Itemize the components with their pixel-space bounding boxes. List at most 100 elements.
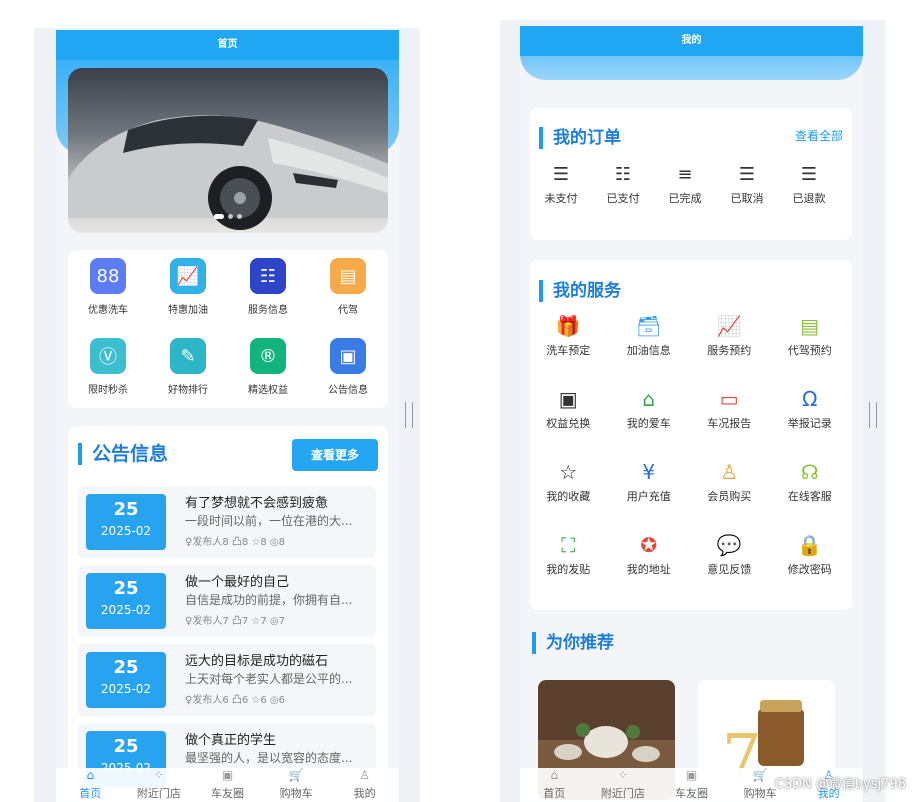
feature-grid: 88 优惠洗车 📈 特惠加油 ☷ 服务信息 ▤ 代驾 Ⓥ 限时秒杀 ✎ 好物排行 ® 精选权益 ▣ 公告信息 (68, 250, 388, 410)
view-all-link[interactable]: 查看全部 (795, 127, 843, 144)
cart-icon: 🛒 (752, 768, 768, 782)
service-item[interactable]: ⛶ 我的发贴 (528, 532, 609, 605)
service-item[interactable]: 🔒 修改密码 (770, 532, 851, 605)
notice-section-title: 公告信息 (78, 443, 168, 465)
service-item[interactable]: 📈 服务预约 (689, 313, 770, 386)
service-item[interactable]: ¥ 用户充值 (609, 459, 690, 532)
stack-icon: ☰ (800, 164, 818, 185)
shop-icon: ⌂ (642, 387, 656, 411)
badge-icon: ✪ (640, 533, 658, 557)
tab-moments[interactable]: ▣ 车友圈 (657, 768, 726, 802)
wallet-icon: ▭ (719, 387, 739, 411)
tab-store[interactable]: ⁘ 附近门店 (125, 768, 194, 802)
tab-home[interactable]: ⌂ 首页 (56, 768, 125, 802)
id-card-icon: ▣ (330, 338, 366, 374)
user-icon: ♙ (359, 768, 371, 782)
grid-list-icon: ☷ (614, 164, 632, 185)
service-item[interactable]: 🗃 加油信息 (609, 313, 690, 386)
message-icon: 💬 (716, 533, 742, 557)
service-item[interactable]: ☆ 我的收藏 (528, 459, 609, 532)
notice-item[interactable]: 25 2025-02 远大的目标是成功的磁石 上天对每个老实人都是公平的... ♀发布人… (78, 644, 376, 716)
notice-meta: ♀发布人7 凸7 ☆7 ◎7 (185, 616, 285, 627)
order-status-1[interactable]: ☷ 已支付 (592, 164, 654, 206)
service-item[interactable]: ☊ 在线客服 (770, 459, 851, 532)
notice-desc: 自信是成功的前提，你拥有自... (185, 593, 353, 607)
gift-icon: 🎁 (555, 314, 581, 338)
service-label: 权益兑换 (546, 417, 591, 430)
service-label: 车况报告 (707, 417, 752, 430)
mine-screen: 我的 我的订单 查看全部 ☰ 未支付 ☷ 已支付 ≡ 已完成 ☰ 已取消 ☰ 已退款 我的服务 🎁… (520, 26, 863, 802)
carousel-dots[interactable] (68, 204, 388, 223)
service-label: 服务预约 (707, 344, 752, 357)
tab-home[interactable]: ⌂ 首页 (520, 768, 589, 802)
service-item[interactable]: ✪ 我的地址 (609, 532, 690, 605)
feature-label: 公告信息 (328, 385, 368, 396)
order-status-2[interactable]: ≡ 已完成 (654, 164, 716, 206)
notice-meta: ♀发布人8 凸8 ☆8 ◎8 (185, 537, 285, 548)
home-icon: ⌂ (86, 768, 95, 782)
tab-cart[interactable]: 🛒 购物车 (262, 768, 331, 802)
tab-moments[interactable]: ▣ 车友圈 (193, 768, 262, 802)
service-item[interactable]: ▤ 代驾预约 (770, 313, 851, 386)
tab-store[interactable]: ⁘ 附近门店 (589, 768, 658, 802)
cart-icon: 🛒 (288, 768, 304, 782)
notice-item[interactable]: 25 2025-02 做一个最好的自己 自信是成功的前提，你拥有自... ♀发布人7 凸… (78, 565, 376, 637)
feature-brush[interactable]: ✎ 好物排行 (148, 330, 228, 410)
recommend-title: 为你推荐 (532, 632, 614, 654)
order-status-label: 已支付 (606, 192, 640, 205)
moments-icon: ▣ (221, 768, 234, 782)
brush-icon: ✎ (170, 338, 206, 374)
order-status-label: 已退款 (792, 192, 826, 205)
feature-clock-v[interactable]: Ⓥ 限时秒杀 (68, 330, 148, 410)
feature-id-card[interactable]: ▣ 公告信息 (308, 330, 388, 410)
notice-item[interactable]: 25 2025-02 有了梦想就不会感到疲惫 一段时间以前，一位在港的大... ♀发布人… (78, 486, 376, 558)
feature-chat[interactable]: ☷ 服务信息 (228, 250, 308, 330)
service-label: 意见反馈 (707, 563, 752, 576)
date-badge: 25 2025-02 (86, 494, 166, 550)
date-day: 25 (113, 499, 139, 520)
report-icon: Ω (802, 387, 818, 411)
service-item[interactable]: 💬 意见反馈 (689, 532, 770, 605)
notice-desc: 一段时间以前，一位在港的大... (185, 514, 353, 528)
chat-icon: ☷ (250, 258, 286, 294)
feature-car-wash[interactable]: 88 优惠洗车 (68, 250, 148, 330)
service-label: 在线客服 (787, 490, 832, 503)
service-label: 我的收藏 (546, 490, 591, 503)
service-item[interactable]: ▣ 权益兑换 (528, 386, 609, 459)
order-status-4[interactable]: ☰ 已退款 (778, 164, 840, 206)
order-status-row: ☰ 未支付 ☷ 已支付 ≡ 已完成 ☰ 已取消 ☰ 已退款 (530, 164, 840, 206)
service-item[interactable]: Ω 举报记录 (770, 386, 851, 459)
feature-registered[interactable]: ® 精选权益 (228, 330, 308, 410)
tab-user[interactable]: ♙ 我的 (330, 768, 399, 802)
banner-carousel[interactable] (68, 68, 388, 233)
feature-label: 代驾 (338, 305, 358, 316)
feature-document[interactable]: ▤ 代驾 (308, 250, 388, 330)
box-icon: 🗃 (636, 314, 662, 338)
order-status-0[interactable]: ☰ 未支付 (530, 164, 592, 206)
tab-label: 购物车 (279, 787, 313, 800)
resize-handle-right[interactable] (869, 402, 877, 428)
resize-handle-left[interactable] (405, 402, 413, 428)
feature-chart[interactable]: 📈 特惠加油 (148, 250, 228, 330)
tab-label: 首页 (543, 787, 566, 800)
moments-icon: ▣ (685, 768, 698, 782)
tab-label: 我的 (353, 787, 376, 800)
order-status-3[interactable]: ☰ 已取消 (716, 164, 778, 206)
date-day: 25 (113, 736, 139, 757)
orders-title: 我的订单 (539, 127, 621, 149)
service-item[interactable]: 🎁 洗车预定 (528, 313, 609, 386)
tab-label: 附近门店 (136, 787, 181, 800)
service-item[interactable]: ⌂ 我的爱车 (609, 386, 690, 459)
tab-label: 车友圈 (210, 787, 244, 800)
service-item[interactable]: ♙ 会员购买 (689, 459, 770, 532)
money-bag-icon: ¥ (642, 460, 656, 484)
view-more-button[interactable]: 查看更多 (292, 439, 378, 471)
tab-label: 购物车 (743, 787, 777, 800)
date-badge: 25 2025-02 (86, 652, 166, 708)
member-icon: ♙ (720, 460, 739, 484)
chart-icon: 📈 (170, 258, 206, 294)
checklist-icon: ☰ (738, 164, 756, 185)
car-wash-icon: 88 (90, 258, 126, 294)
notice-title: 远大的目标是成功的磁石 (185, 654, 329, 669)
service-item[interactable]: ▭ 车况报告 (689, 386, 770, 459)
